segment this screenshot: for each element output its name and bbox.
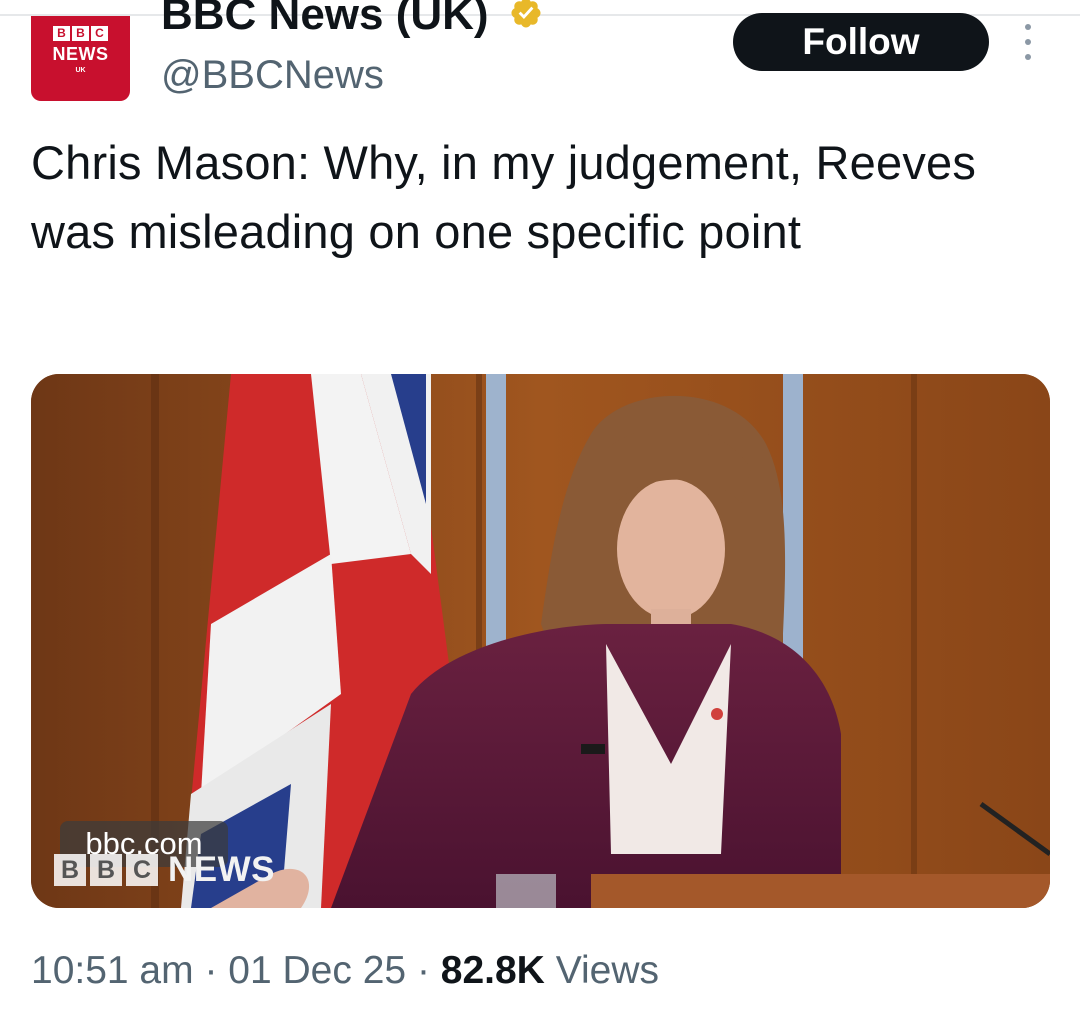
display-name-container: BBC News (UK) [161,0,721,42]
logo-block: B [90,854,122,886]
logo-block: C [126,854,158,886]
bbc-logo-blocks: B B C [53,26,108,41]
logo-block: B [54,854,86,886]
avatar-sub: UK [75,67,86,74]
logo-block: C [91,26,108,41]
logo-text: NEWS [168,850,275,889]
avatar-brand: NEWS [52,44,109,64]
tweet-date[interactable]: 01 Dec 25 [228,949,406,992]
logo-block: B [72,26,89,41]
views-count[interactable]: 82.8K [441,949,545,992]
tweet-time[interactable]: 10:51 am [31,949,194,992]
meta-separator: · [416,949,430,992]
verified-badge-icon [511,0,541,28]
tweet-media-image[interactable]: bbc.com B B C NEWS [31,374,1050,908]
account-handle[interactable]: @BBCNews [161,51,384,99]
tweet-text: Chris Mason: Why, in my judgement, Reeve… [31,136,977,258]
bbc-news-logo: B B C NEWS [54,850,275,890]
more-vertical-icon[interactable] [1018,24,1038,60]
meta-separator: · [204,949,218,992]
logo-block: B [53,26,70,41]
display-name[interactable]: BBC News (UK) [161,0,489,40]
views-label: Views [555,949,660,992]
follow-button[interactable]: Follow [733,13,989,71]
tweet-meta: 10:51 am · 01 Dec 25 · 82.8K Views [31,944,659,998]
avatar[interactable]: B B C NEWS UK [31,16,130,101]
